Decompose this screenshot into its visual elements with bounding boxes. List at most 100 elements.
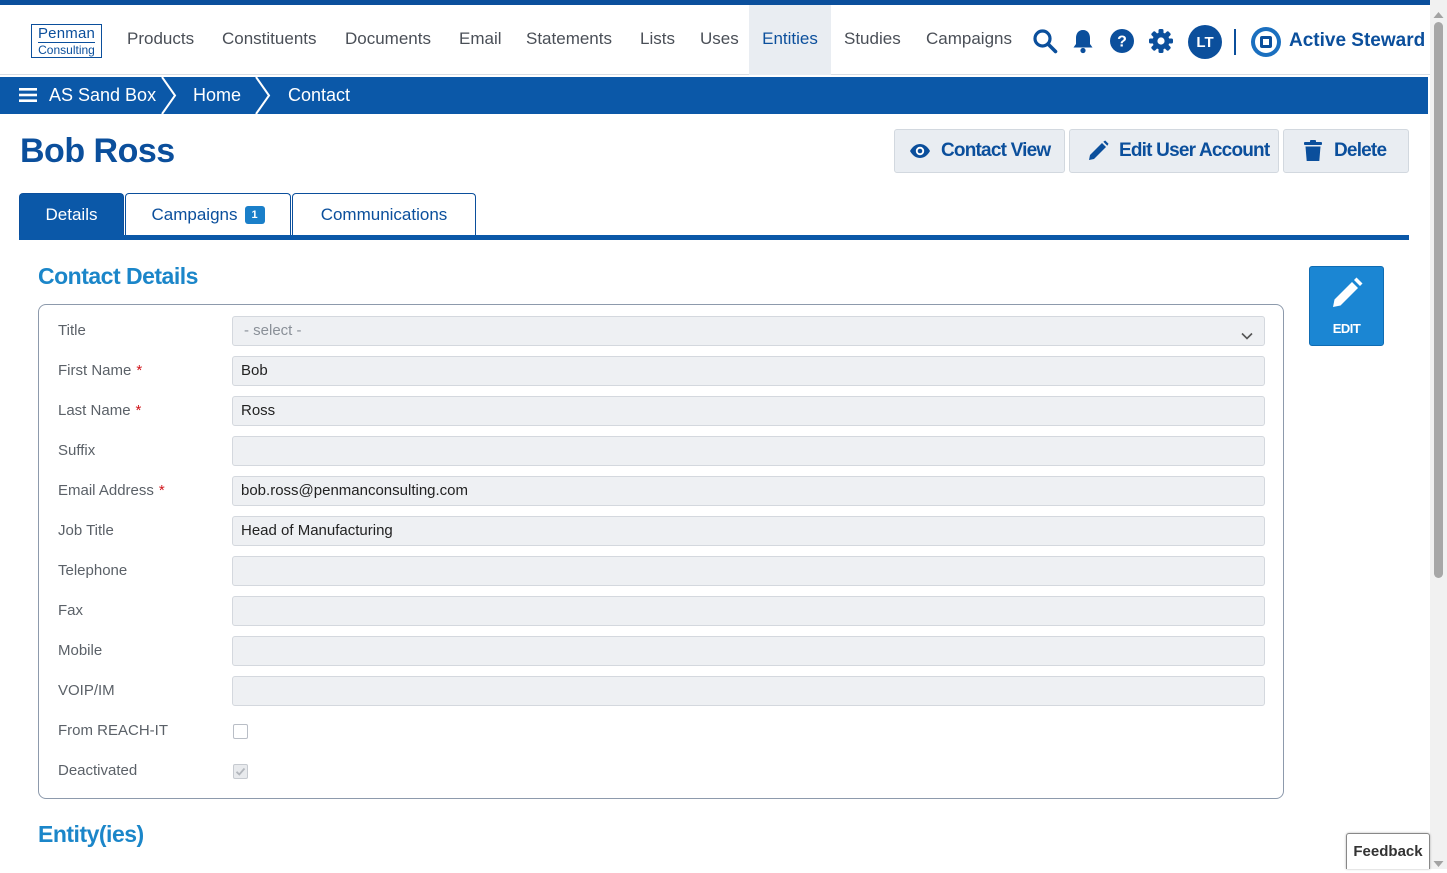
nav-campaigns[interactable]: Campaigns bbox=[926, 5, 1012, 75]
deactivated-label: Deactivated bbox=[58, 762, 138, 779]
penman-consulting-logo[interactable]: Penman Consulting bbox=[31, 24, 102, 58]
contact-view-button[interactable]: Contact View bbox=[894, 129, 1065, 173]
from-reach-it-checkbox[interactable] bbox=[233, 724, 248, 739]
contact-details-form: Title - select - First Name * Bob Last Na… bbox=[38, 304, 1284, 799]
eye-icon bbox=[909, 140, 931, 162]
form-row-job-title: Job Title Head of Manufacturing bbox=[39, 516, 1283, 546]
nav-lists[interactable]: Lists bbox=[640, 5, 675, 75]
nav-products[interactable]: Products bbox=[127, 5, 194, 75]
fax-field[interactable] bbox=[232, 596, 1265, 626]
entities-heading: Entity(ies) bbox=[38, 821, 144, 847]
form-row-fax: Fax bbox=[39, 596, 1283, 626]
form-row-suffix: Suffix bbox=[39, 436, 1283, 466]
page-title: Bob Ross bbox=[20, 132, 175, 170]
pencil-icon bbox=[1330, 276, 1364, 315]
title-select-value: - select - bbox=[244, 322, 302, 339]
breadcrumb-root[interactable]: AS Sand Box bbox=[49, 77, 156, 114]
edit-user-account-button[interactable]: Edit User Account bbox=[1069, 129, 1279, 173]
email-label: Email Address * bbox=[58, 482, 165, 499]
page-scrollbar[interactable] bbox=[1430, 0, 1447, 869]
tab-communications-label: Communications bbox=[320, 205, 448, 224]
nav-entities[interactable]: Entities bbox=[749, 5, 831, 75]
form-row-from-reach-it: From REACH-IT bbox=[39, 716, 1283, 746]
required-marker: * bbox=[135, 402, 142, 419]
nav-email[interactable]: Email bbox=[459, 5, 502, 75]
search-icon[interactable] bbox=[1031, 27, 1059, 55]
edit-user-account-label: Edit User Account bbox=[1119, 140, 1270, 161]
tab-communications[interactable]: Communications bbox=[292, 193, 476, 236]
job-title-field[interactable]: Head of Manufacturing bbox=[232, 516, 1265, 546]
scrollbar-thumb[interactable] bbox=[1434, 22, 1443, 578]
tab-details[interactable]: Details bbox=[19, 193, 124, 236]
required-marker: * bbox=[158, 482, 165, 499]
form-row-telephone: Telephone bbox=[39, 556, 1283, 586]
bell-icon[interactable] bbox=[1071, 27, 1095, 55]
logo-line-2: Consulting bbox=[38, 42, 95, 57]
delete-button[interactable]: Delete bbox=[1283, 129, 1409, 173]
title-label: Title bbox=[58, 322, 86, 339]
tab-details-label: Details bbox=[45, 205, 98, 224]
svg-text:?: ? bbox=[1117, 34, 1127, 51]
edit-contact-button[interactable]: EDIT bbox=[1309, 266, 1384, 346]
feedback-button[interactable]: Feedback bbox=[1346, 833, 1430, 869]
logo-line-1: Penman bbox=[37, 25, 96, 42]
scroll-down-icon[interactable] bbox=[1433, 855, 1444, 867]
fax-label: Fax bbox=[58, 602, 84, 619]
suffix-field[interactable] bbox=[232, 436, 1265, 466]
first-name-label: First Name * bbox=[58, 362, 143, 379]
required-marker: * bbox=[136, 362, 143, 379]
email-field[interactable]: bob.ross@penmanconsulting.com bbox=[232, 476, 1265, 506]
tab-campaigns[interactable]: Campaigns 1 bbox=[125, 193, 291, 236]
telephone-label: Telephone bbox=[58, 562, 128, 579]
title-select[interactable]: - select - bbox=[232, 316, 1265, 346]
nav-uses[interactable]: Uses bbox=[700, 5, 739, 75]
mobile-label: Mobile bbox=[58, 642, 103, 659]
voip-label: VOIP/IM bbox=[58, 682, 115, 699]
checkmark-icon bbox=[235, 767, 246, 776]
nav-documents[interactable]: Documents bbox=[345, 5, 431, 75]
tab-campaigns-label: Campaigns bbox=[151, 205, 238, 224]
form-row-deactivated: Deactivated bbox=[39, 756, 1283, 786]
tab-underline bbox=[19, 235, 1409, 240]
last-name-field[interactable]: Ross bbox=[232, 396, 1265, 426]
hamburger-menu-icon[interactable] bbox=[19, 87, 37, 103]
deactivated-checkbox[interactable] bbox=[233, 764, 248, 779]
form-row-voip: VOIP/IM bbox=[39, 676, 1283, 706]
form-row-mobile: Mobile bbox=[39, 636, 1283, 666]
job-title-label: Job Title bbox=[58, 522, 114, 539]
gear-icon[interactable] bbox=[1147, 27, 1175, 55]
brand-name: Active Steward bbox=[1289, 30, 1426, 51]
last-name-label: Last Name * bbox=[58, 402, 142, 419]
nav-constituents[interactable]: Constituents bbox=[222, 5, 317, 75]
help-icon[interactable]: ? bbox=[1108, 27, 1136, 55]
delete-label: Delete bbox=[1334, 140, 1387, 161]
contact-view-label: Contact View bbox=[941, 140, 1051, 161]
form-row-email: Email Address * bob.ross@penmanconsulting… bbox=[39, 476, 1283, 506]
contact-details-heading: Contact Details bbox=[38, 263, 198, 289]
chevron-down-icon bbox=[1240, 325, 1254, 340]
scroll-up-icon[interactable] bbox=[1433, 6, 1444, 18]
campaigns-count-badge: 1 bbox=[244, 206, 265, 224]
nav-statements[interactable]: Statements bbox=[526, 5, 612, 75]
form-row-last-name: Last Name * Ross bbox=[39, 396, 1283, 426]
first-name-field[interactable]: Bob bbox=[232, 356, 1265, 386]
pencil-icon bbox=[1087, 140, 1109, 162]
user-avatar[interactable]: LT bbox=[1188, 25, 1222, 59]
breadcrumb-separator-icon bbox=[254, 76, 272, 115]
form-row-title: Title - select - bbox=[39, 316, 1283, 346]
edit-label: EDIT bbox=[1332, 321, 1361, 336]
voip-field[interactable] bbox=[232, 676, 1265, 706]
nav-divider bbox=[1234, 29, 1236, 55]
breadcrumb-home[interactable]: Home bbox=[193, 77, 241, 114]
top-navbar: Penman Consulting Products Constituents … bbox=[0, 5, 1430, 75]
nav-studies[interactable]: Studies bbox=[844, 5, 901, 75]
active-steward-logo-icon bbox=[1250, 26, 1282, 58]
from-reach-it-label: From REACH-IT bbox=[58, 722, 168, 739]
breadcrumb-separator-icon bbox=[160, 76, 178, 115]
form-row-first-name: First Name * Bob bbox=[39, 356, 1283, 386]
breadcrumb: AS Sand Box Home Contact bbox=[0, 76, 1428, 115]
telephone-field[interactable] bbox=[232, 556, 1265, 586]
mobile-field[interactable] bbox=[232, 636, 1265, 666]
breadcrumb-contact: Contact bbox=[288, 85, 351, 105]
suffix-label: Suffix bbox=[58, 442, 96, 459]
